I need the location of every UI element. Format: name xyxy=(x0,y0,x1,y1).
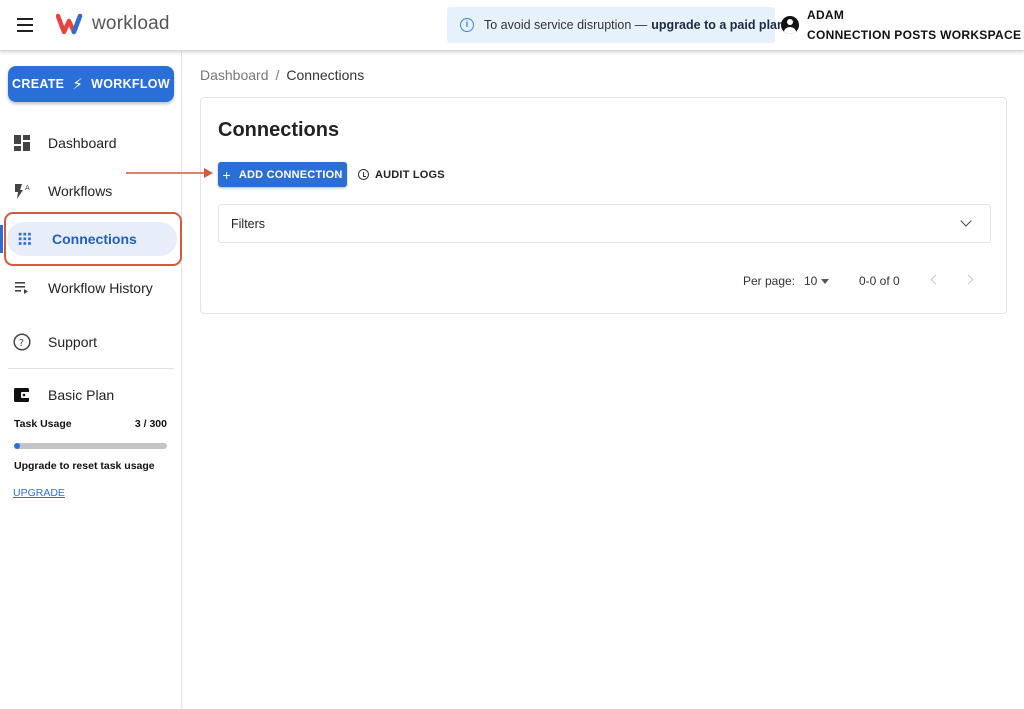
create-label: CREATE xyxy=(12,77,65,91)
filters-label: Filters xyxy=(231,217,266,231)
user-menu[interactable]: ADAM CONNECTION POSTS WORKSPACE xyxy=(781,8,1021,48)
svg-text:A: A xyxy=(25,184,30,192)
banner-text: To avoid service disruption — xyxy=(484,18,648,32)
plan-label: Basic Plan xyxy=(48,387,115,403)
breadcrumb-separator: / xyxy=(275,67,280,83)
logo[interactable]: workload xyxy=(56,13,170,35)
plus-icon: + xyxy=(222,166,231,183)
info-icon: i xyxy=(460,18,474,32)
sidebar-item-label: Connections xyxy=(52,231,137,247)
apps-grid-icon xyxy=(18,232,31,245)
sidebar-item-label: Workflow History xyxy=(48,280,153,296)
per-page-label: Per page: xyxy=(743,274,796,288)
per-page-select[interactable]: 10 xyxy=(804,274,830,288)
help-icon: ? xyxy=(13,333,31,351)
user-name: ADAM xyxy=(807,8,845,22)
breadcrumb-current: Connections xyxy=(286,67,365,83)
account-icon xyxy=(781,16,799,34)
sidebar-item-workflows[interactable]: A Workflows xyxy=(0,171,182,211)
sidebar-divider xyxy=(8,368,174,369)
upgrade-link[interactable]: UPGRADE xyxy=(13,487,65,499)
upgrade-banner: i To avoid service disruption — upgrade … xyxy=(447,7,788,43)
workflows-icon: A xyxy=(15,184,30,199)
breadcrumb-dashboard[interactable]: Dashboard xyxy=(200,67,269,83)
pagination: Per page: 10 0-0 of 0 xyxy=(201,272,1008,292)
create-workflow-button[interactable]: CREATE ⚡ WORKFLOW xyxy=(8,66,174,102)
audit-logs-label: AUDIT LOGS xyxy=(375,168,445,181)
sidebar-item-label: Support xyxy=(48,334,98,350)
task-usage-row: Task Usage 3 / 300 xyxy=(14,418,167,430)
plan-info: Basic Plan xyxy=(0,375,182,415)
task-usage-progress xyxy=(14,443,167,449)
chevron-down-icon xyxy=(960,215,972,227)
chevron-right-icon[interactable] xyxy=(963,274,974,285)
sidebar-item-support[interactable]: ? Support xyxy=(0,322,182,362)
upgrade-note: Upgrade to reset task usage xyxy=(14,460,155,472)
task-usage-value: 3 / 300 xyxy=(134,418,167,430)
workspace-name: CONNECTION POSTS WORKSPACE xyxy=(807,28,1022,42)
filters-panel[interactable]: Filters xyxy=(218,204,991,243)
sidebar-item-label: Dashboard xyxy=(48,135,117,151)
task-usage-label: Task Usage xyxy=(14,418,72,430)
sidebar: CREATE ⚡ WORKFLOW Dashboard A Workflows … xyxy=(0,51,182,709)
add-connection-label: ADD CONNECTION xyxy=(238,168,343,181)
active-bar xyxy=(0,225,3,253)
audit-logs-button[interactable]: AUDIT LOGS xyxy=(354,162,449,187)
sidebar-item-workflow-history[interactable]: Workflow History xyxy=(0,268,182,308)
sidebar-item-connections[interactable]: Connections xyxy=(0,219,182,259)
workflow-label: WORKFLOW xyxy=(91,77,170,91)
add-connection-button[interactable]: + ADD CONNECTION xyxy=(218,162,347,187)
connections-card: Connections + ADD CONNECTION AUDIT LOGS … xyxy=(200,97,1007,314)
per-page-value: 10 xyxy=(804,274,818,288)
wallet-icon xyxy=(14,388,30,402)
chevron-left-icon[interactable] xyxy=(930,274,941,285)
workload-logo-icon xyxy=(56,13,83,35)
banner-upgrade-link[interactable]: upgrade to a paid plan. xyxy=(651,18,788,32)
top-bar: workload i To avoid service disruption —… xyxy=(0,0,1024,51)
dashboard-icon xyxy=(14,135,30,151)
menu-icon[interactable] xyxy=(17,15,39,35)
history-icon xyxy=(358,169,369,180)
logo-text: workload xyxy=(92,13,170,34)
history-list-icon xyxy=(15,282,28,294)
caret-down-icon xyxy=(821,279,830,285)
page-range: 0-0 of 0 xyxy=(859,274,900,288)
sidebar-item-dashboard[interactable]: Dashboard xyxy=(0,123,182,163)
page-title: Connections xyxy=(218,119,340,141)
svg-text:?: ? xyxy=(19,338,24,349)
breadcrumb: Dashboard / Connections xyxy=(200,67,364,83)
bolt-icon: ⚡ xyxy=(72,76,84,93)
task-usage-fill xyxy=(14,443,21,449)
sidebar-item-label: Workflows xyxy=(48,183,113,199)
